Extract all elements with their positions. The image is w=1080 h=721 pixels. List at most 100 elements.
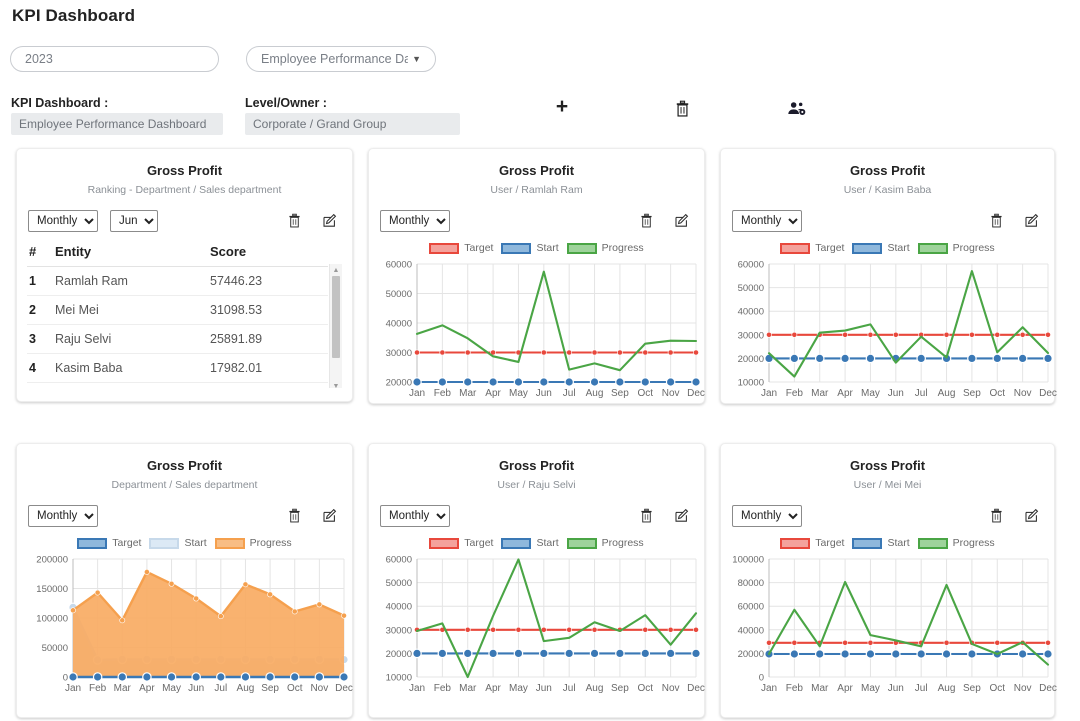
month-select[interactable]: Jun	[110, 210, 158, 232]
legend-item[interactable]: Start	[501, 537, 559, 549]
period-select[interactable]: Monthly	[28, 505, 98, 527]
trash-icon	[676, 100, 688, 117]
scrollbar-thumb[interactable]	[332, 276, 340, 358]
period-select[interactable]: Monthly	[732, 505, 802, 527]
year-input[interactable]: 2023	[10, 46, 219, 72]
x-axis-tick: Jul	[563, 683, 576, 694]
chart-svg: 0 20000 40000 60000 80000 100000 Jan Feb Mar Apr M…	[732, 555, 1057, 695]
legend-label: Target	[815, 242, 845, 254]
legend-item[interactable]: Progress	[566, 242, 644, 254]
legend-item[interactable]: Target	[429, 537, 493, 549]
edit-icon	[323, 508, 337, 522]
y-axis-tick: 30000	[738, 330, 764, 341]
add-widget-button[interactable]: +	[548, 93, 576, 121]
manage-users-icon	[788, 102, 806, 115]
legend-swatch	[917, 242, 948, 254]
delete-card-button[interactable]	[283, 505, 305, 527]
x-axis-tick: Apr	[837, 388, 853, 399]
chart-legend: Target Start Progress	[721, 537, 1054, 549]
x-axis-tick: Mar	[459, 683, 477, 694]
delete-card-button[interactable]	[985, 210, 1007, 232]
cell-rank: 1	[27, 266, 53, 296]
table-row[interactable]: 1 Ramlah Ram 57446.23	[27, 266, 328, 296]
edit-card-button[interactable]	[319, 505, 341, 527]
legend-label: Progress	[952, 242, 995, 254]
edit-icon	[675, 213, 689, 227]
x-axis-tick: Aug	[938, 683, 956, 694]
card-title: Gross Profit	[146, 458, 223, 473]
delete-card-button[interactable]	[283, 210, 305, 232]
table-row[interactable]: 2 Mei Mei 31098.53	[27, 295, 328, 325]
edit-card-button[interactable]	[319, 210, 341, 232]
cell-entity: Raju Selvi	[53, 324, 208, 354]
x-axis-tick: Apr	[837, 683, 853, 694]
legend-item[interactable]: Target	[77, 537, 141, 549]
table-row[interactable]: 3 Raju Selvi 25891.89	[27, 324, 328, 354]
kpi-dashboard-value: Employee Performance Dashboard	[11, 113, 223, 135]
x-axis-tick: Dec	[687, 683, 705, 694]
legend-item[interactable]: Target	[780, 242, 844, 254]
y-axis-tick: 200000	[36, 555, 68, 566]
x-axis-tick: Sep	[963, 683, 981, 694]
x-axis-tick: Feb	[786, 683, 804, 694]
manage-users-button[interactable]	[783, 95, 811, 123]
scroll-up-arrow-icon[interactable]: ▲	[330, 264, 342, 276]
x-axis-tick: Jul	[915, 683, 928, 694]
legend-item[interactable]: Progress	[917, 537, 995, 549]
y-axis-tick: 50000	[42, 643, 68, 654]
legend-swatch	[77, 537, 108, 549]
period-select[interactable]: Monthly	[28, 210, 98, 232]
y-axis-tick: 60000	[738, 260, 764, 271]
edit-icon	[675, 508, 689, 522]
year-value: 2023	[25, 52, 53, 66]
x-axis-tick: Nov	[310, 683, 328, 694]
y-axis-tick: 30000	[386, 625, 412, 636]
legend-item[interactable]: Progress	[566, 537, 644, 549]
period-select[interactable]: Monthly	[732, 210, 802, 232]
legend-item[interactable]: Start	[501, 242, 559, 254]
chart-legend: Target Start Progress	[369, 537, 704, 549]
x-axis-tick: Feb	[434, 683, 452, 694]
x-axis-tick: Jun	[888, 683, 904, 694]
chart-area: 0 50000 100000 150000 200000 Jan Feb Mar Apr May J…	[17, 551, 353, 701]
card-subtitle: Ranking - Department / Sales department	[87, 184, 282, 196]
edit-card-button[interactable]	[671, 505, 693, 527]
ranking-table: # Entity Score 1 Ramlah Ram 57446.23 2 M…	[27, 238, 328, 383]
delete-card-button[interactable]	[635, 505, 657, 527]
delete-card-button[interactable]	[985, 505, 1007, 527]
legend-item[interactable]: Target	[780, 537, 844, 549]
edit-card-button[interactable]	[1021, 210, 1043, 232]
y-axis-tick: 100000	[732, 555, 764, 566]
x-axis-tick: Dec	[1039, 388, 1057, 399]
table-row[interactable]: 4 Kasim Baba 17982.01	[27, 353, 328, 383]
card-controls: Monthly	[380, 210, 693, 232]
dashboard-select[interactable]: Employee Performance Dashbc ▼	[246, 46, 436, 72]
card-chart-kasim-baba: Gross Profit User / Kasim Baba Monthly T…	[720, 148, 1057, 404]
x-axis-tick: May	[861, 683, 880, 694]
legend-label: Progress	[601, 537, 644, 549]
legend-swatch	[429, 242, 460, 254]
table-scrollbar[interactable]: ▲ ▼	[329, 264, 342, 388]
edit-icon	[1025, 508, 1039, 522]
x-axis-tick: Oct	[287, 683, 303, 694]
trash-icon	[640, 508, 652, 523]
x-axis-tick: Nov	[1014, 683, 1032, 694]
edit-card-button[interactable]	[671, 210, 693, 232]
delete-dashboard-button[interactable]	[668, 95, 696, 123]
legend-item[interactable]: Progress	[214, 537, 292, 549]
legend-item[interactable]: Progress	[917, 242, 995, 254]
legend-swatch	[566, 242, 597, 254]
x-axis-tick: Jun	[536, 683, 552, 694]
table-header-row: # Entity Score	[27, 238, 328, 267]
delete-card-button[interactable]	[635, 210, 657, 232]
legend-item[interactable]: Start	[852, 242, 910, 254]
scroll-down-arrow-icon[interactable]: ▼	[330, 380, 342, 389]
edit-card-button[interactable]	[1021, 505, 1043, 527]
legend-item[interactable]: Target	[429, 242, 493, 254]
period-select[interactable]: Monthly	[380, 505, 450, 527]
legend-item[interactable]: Start	[852, 537, 910, 549]
period-select[interactable]: Monthly	[380, 210, 450, 232]
card-chart-mei-mei: Gross Profit User / Mei Mei Monthly Targ…	[720, 443, 1057, 718]
card-ranking-sales-dept: Gross Profit Ranking - Department / Sale…	[16, 148, 353, 402]
legend-item[interactable]: Start	[149, 537, 207, 549]
